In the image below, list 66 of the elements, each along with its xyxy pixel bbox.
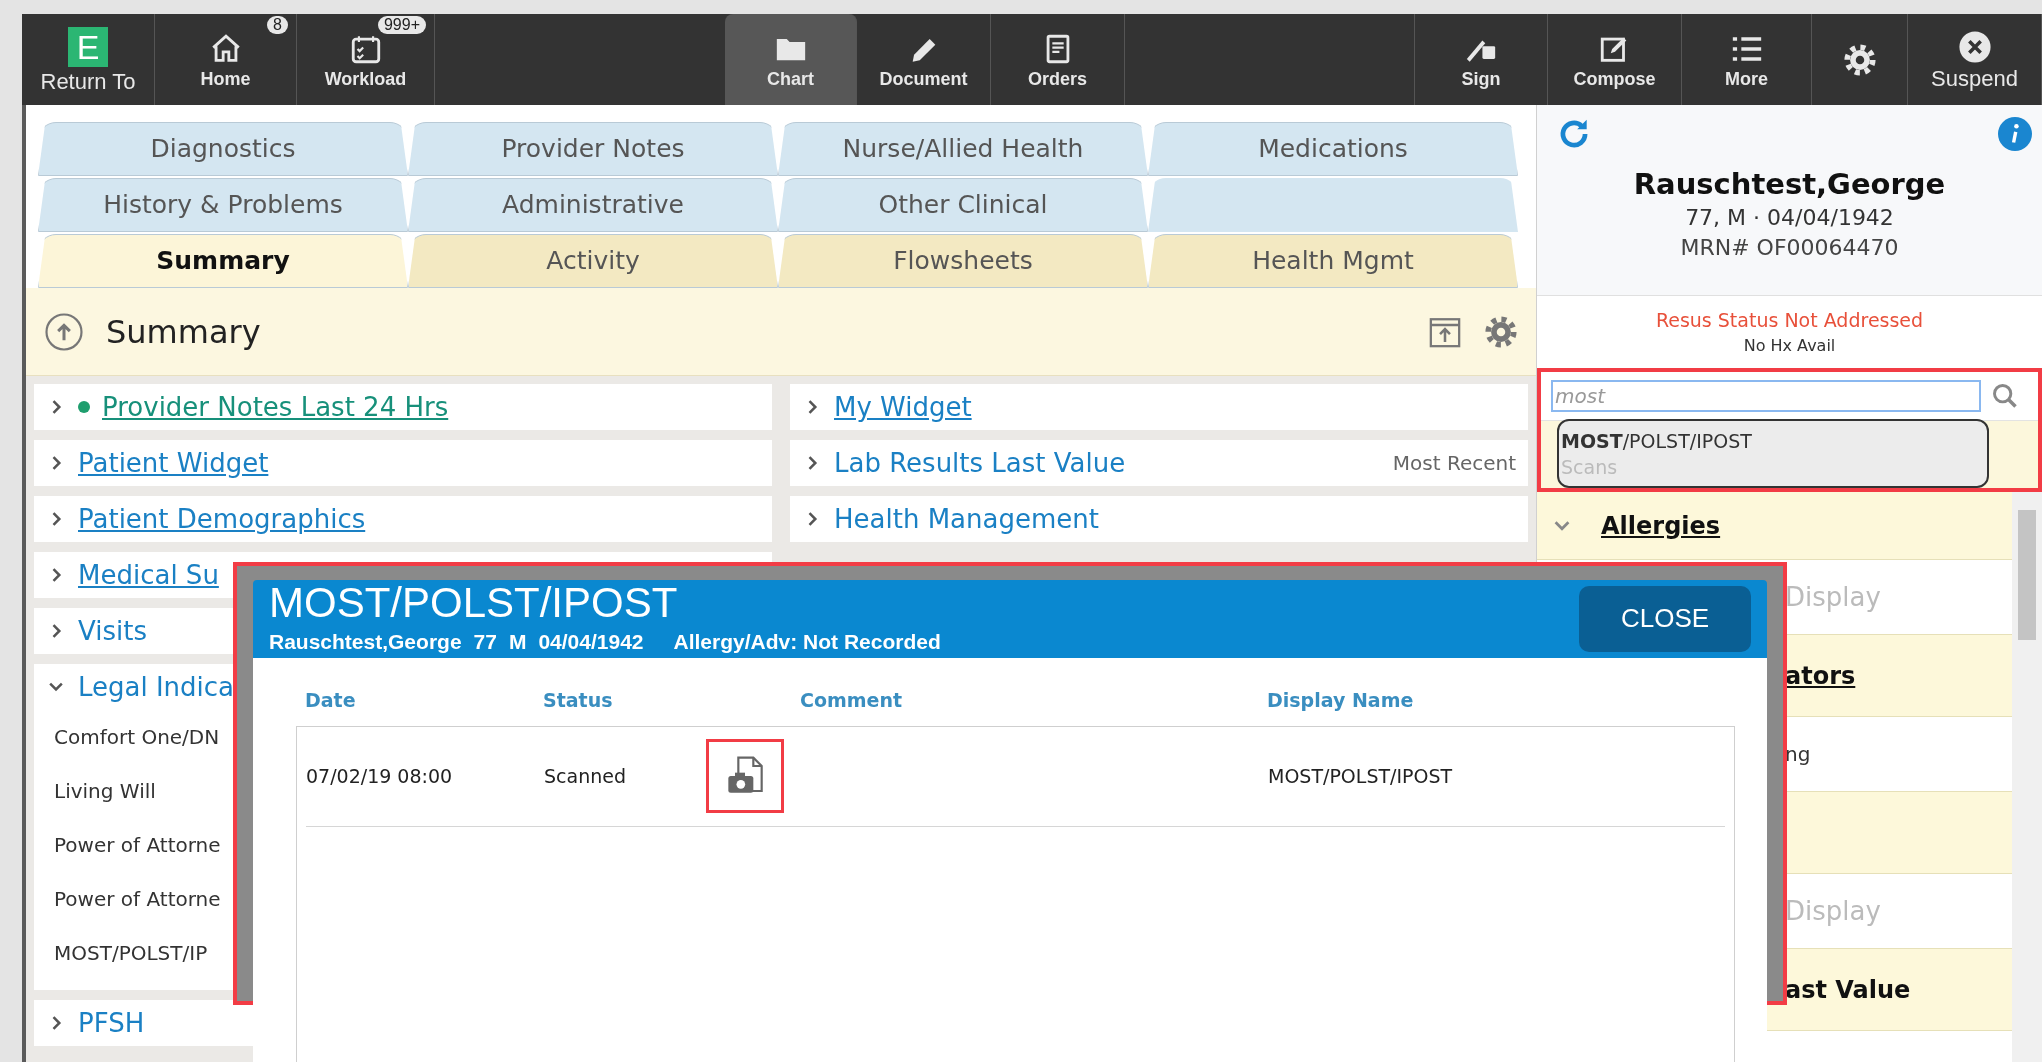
widget-title[interactable]: PFSH <box>78 1003 145 1043</box>
column-header: Comment <box>800 688 904 714</box>
page-title: Summary <box>106 311 262 353</box>
column-header: Display Name <box>1267 688 1415 714</box>
tab[interactable]: Summary <box>38 234 408 288</box>
resus-status: Resus Status Not Addressed <box>1655 308 1924 333</box>
dialog-subtitle: 77 <box>473 629 497 655</box>
patient-demographics: 77, M · 04/04/1942 <box>1685 204 1894 232</box>
patient-name: Rauschtest,George <box>1633 166 1946 203</box>
section-text: Display <box>1785 894 1881 928</box>
column-header: Status <box>543 688 614 714</box>
tab[interactable]: Flowsheets <box>778 234 1148 288</box>
table-cell-text: MOST/POLST/IPOST <box>1268 763 1454 789</box>
table-cell-text: Scanned <box>544 763 627 789</box>
widget-title[interactable]: Patient Demographics <box>78 499 366 539</box>
collapse-up-icon[interactable] <box>44 311 84 352</box>
section-title[interactable]: ast Value <box>1785 971 1911 1008</box>
section-text: ng <box>1785 741 1811 768</box>
suggestion-title: MOST/POLST/IPOST <box>1561 428 1753 454</box>
legal-item: MOST/POLST/IP <box>54 940 208 967</box>
widget-title[interactable]: Medical Su <box>78 555 219 595</box>
tab[interactable]: History & Problems <box>38 178 408 232</box>
info-icon[interactable] <box>1998 117 2032 151</box>
close-icon <box>1957 29 1992 64</box>
count-badge: 999+ <box>377 16 426 34</box>
column-header: Date <box>305 688 357 714</box>
tab[interactable]: Diagnostics <box>38 122 408 176</box>
tab[interactable]: Nurse/Allied Health <box>778 122 1148 176</box>
widget-title[interactable]: My Widget <box>834 387 972 427</box>
tab[interactable]: Administrative <box>408 178 778 232</box>
legal-item: Power of Attorne <box>54 886 221 913</box>
dialog-title: MOST/POLST/IPOST <box>269 580 679 626</box>
legal-item: Living Will <box>54 778 156 805</box>
close-button[interactable]: CLOSE <box>1579 585 1751 652</box>
settings-icon[interactable] <box>1484 314 1518 349</box>
settings-icon <box>1842 42 1877 77</box>
app-logo: E <box>68 26 108 67</box>
section-text: Display <box>1785 580 1881 614</box>
toolbar-button[interactable]: E Return To <box>22 14 155 105</box>
section-title[interactable]: ators <box>1785 657 1856 694</box>
legal-item: Power of Attorne <box>54 832 221 859</box>
widget-title[interactable]: Visits <box>78 611 147 651</box>
tab[interactable]: Medications <box>1148 122 1518 176</box>
scrollbar[interactable] <box>2012 492 2042 1062</box>
dialog-subtitle: Allergy/Adv: Not Recorded <box>673 629 941 655</box>
widget-title[interactable]: Patient Widget <box>78 443 269 483</box>
dialog-subtitle: M <box>508 629 527 655</box>
widget-title[interactable]: Legal Indica <box>78 667 235 707</box>
count-badge: 8 <box>267 16 288 34</box>
legal-item: Comfort One/DN <box>54 724 220 751</box>
widget-title[interactable]: Lab Results Last Value <box>834 443 1126 483</box>
table-cell-text: 07/02/19 08:00 <box>306 763 454 789</box>
patient-mrn: MRN# OF00064470 <box>1680 234 1899 262</box>
tab[interactable]: Activity <box>408 234 778 288</box>
toolbar-button[interactable]: Chart <box>725 14 857 105</box>
tab[interactable]: Other Clinical <box>778 178 1148 232</box>
widget-note: Most Recent <box>1392 450 1516 477</box>
tab[interactable]: Provider Notes <box>408 122 778 176</box>
widget-title[interactable]: Health Management <box>834 499 1099 539</box>
widget-title[interactable]: Provider Notes Last 24 Hrs <box>102 387 449 427</box>
scrollbar-thumb[interactable] <box>2018 510 2036 640</box>
history-status: No Hx Avail <box>1743 335 1836 357</box>
section-title[interactable]: Allergies <box>1601 507 1721 544</box>
tab[interactable]: Health Mgmt <box>1148 234 1518 288</box>
dialog-subtitle: Rauschtest,George <box>269 629 462 655</box>
dialog-subtitle: 04/04/1942 <box>538 629 644 655</box>
